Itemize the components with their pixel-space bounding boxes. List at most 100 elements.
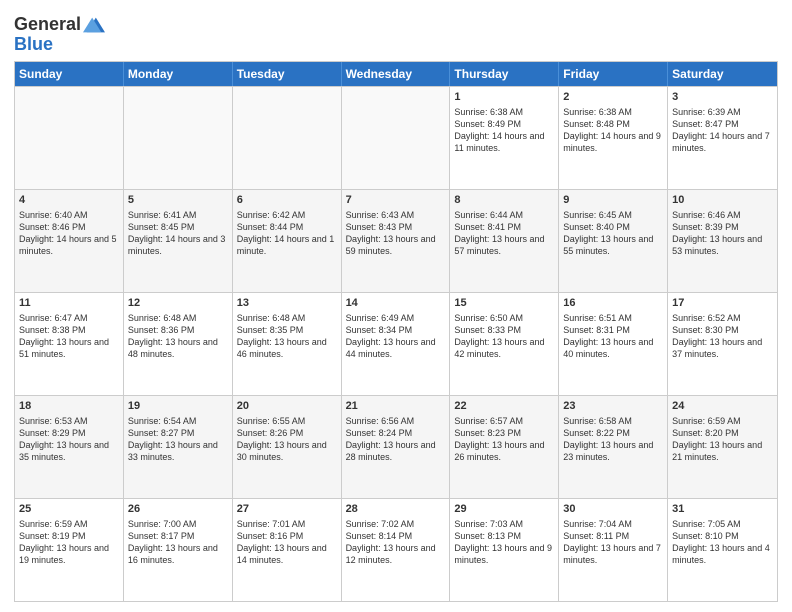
calendar-cell-28: 28Sunrise: 7:02 AM Sunset: 8:14 PM Dayli… bbox=[342, 499, 451, 601]
calendar-cell-6: 6Sunrise: 6:42 AM Sunset: 8:44 PM Daylig… bbox=[233, 190, 342, 292]
logo-icon bbox=[83, 14, 105, 36]
day-number: 10 bbox=[672, 193, 773, 208]
cell-info-text: Sunrise: 7:05 AM Sunset: 8:10 PM Dayligh… bbox=[672, 518, 773, 567]
calendar-header-row: SundayMondayTuesdayWednesdayThursdayFrid… bbox=[15, 62, 777, 86]
calendar-cell-12: 12Sunrise: 6:48 AM Sunset: 8:36 PM Dayli… bbox=[124, 293, 233, 395]
day-number: 5 bbox=[128, 193, 228, 208]
day-number: 8 bbox=[454, 193, 554, 208]
cell-info-text: Sunrise: 6:44 AM Sunset: 8:41 PM Dayligh… bbox=[454, 209, 554, 258]
cell-info-text: Sunrise: 6:40 AM Sunset: 8:46 PM Dayligh… bbox=[19, 209, 119, 258]
day-number: 17 bbox=[672, 296, 773, 311]
cell-info-text: Sunrise: 6:54 AM Sunset: 8:27 PM Dayligh… bbox=[128, 415, 228, 464]
header-cell-friday: Friday bbox=[559, 62, 668, 86]
cell-info-text: Sunrise: 7:01 AM Sunset: 8:16 PM Dayligh… bbox=[237, 518, 337, 567]
cell-info-text: Sunrise: 6:56 AM Sunset: 8:24 PM Dayligh… bbox=[346, 415, 446, 464]
day-number: 15 bbox=[454, 296, 554, 311]
cell-info-text: Sunrise: 6:39 AM Sunset: 8:47 PM Dayligh… bbox=[672, 106, 773, 155]
day-number: 29 bbox=[454, 502, 554, 517]
cell-info-text: Sunrise: 6:48 AM Sunset: 8:35 PM Dayligh… bbox=[237, 312, 337, 361]
header-cell-wednesday: Wednesday bbox=[342, 62, 451, 86]
calendar-week-3: 11Sunrise: 6:47 AM Sunset: 8:38 PM Dayli… bbox=[15, 292, 777, 395]
day-number: 14 bbox=[346, 296, 446, 311]
header-cell-monday: Monday bbox=[124, 62, 233, 86]
calendar-cell-29: 29Sunrise: 7:03 AM Sunset: 8:13 PM Dayli… bbox=[450, 499, 559, 601]
calendar-cell-20: 20Sunrise: 6:55 AM Sunset: 8:26 PM Dayli… bbox=[233, 396, 342, 498]
cell-info-text: Sunrise: 7:00 AM Sunset: 8:17 PM Dayligh… bbox=[128, 518, 228, 567]
header-cell-thursday: Thursday bbox=[450, 62, 559, 86]
calendar-cell-empty-1 bbox=[124, 87, 233, 189]
day-number: 18 bbox=[19, 399, 119, 414]
cell-info-text: Sunrise: 6:47 AM Sunset: 8:38 PM Dayligh… bbox=[19, 312, 119, 361]
calendar-cell-23: 23Sunrise: 6:58 AM Sunset: 8:22 PM Dayli… bbox=[559, 396, 668, 498]
cell-info-text: Sunrise: 6:58 AM Sunset: 8:22 PM Dayligh… bbox=[563, 415, 663, 464]
cell-info-text: Sunrise: 6:43 AM Sunset: 8:43 PM Dayligh… bbox=[346, 209, 446, 258]
cell-info-text: Sunrise: 6:51 AM Sunset: 8:31 PM Dayligh… bbox=[563, 312, 663, 361]
day-number: 24 bbox=[672, 399, 773, 414]
calendar-cell-15: 15Sunrise: 6:50 AM Sunset: 8:33 PM Dayli… bbox=[450, 293, 559, 395]
calendar-cell-17: 17Sunrise: 6:52 AM Sunset: 8:30 PM Dayli… bbox=[668, 293, 777, 395]
calendar-cell-24: 24Sunrise: 6:59 AM Sunset: 8:20 PM Dayli… bbox=[668, 396, 777, 498]
calendar-cell-10: 10Sunrise: 6:46 AM Sunset: 8:39 PM Dayli… bbox=[668, 190, 777, 292]
cell-info-text: Sunrise: 6:57 AM Sunset: 8:23 PM Dayligh… bbox=[454, 415, 554, 464]
logo: General Blue bbox=[14, 14, 105, 55]
day-number: 19 bbox=[128, 399, 228, 414]
calendar-cell-19: 19Sunrise: 6:54 AM Sunset: 8:27 PM Dayli… bbox=[124, 396, 233, 498]
day-number: 9 bbox=[563, 193, 663, 208]
day-number: 27 bbox=[237, 502, 337, 517]
calendar-cell-7: 7Sunrise: 6:43 AM Sunset: 8:43 PM Daylig… bbox=[342, 190, 451, 292]
calendar-body: 1Sunrise: 6:38 AM Sunset: 8:49 PM Daylig… bbox=[15, 86, 777, 601]
calendar-cell-11: 11Sunrise: 6:47 AM Sunset: 8:38 PM Dayli… bbox=[15, 293, 124, 395]
day-number: 22 bbox=[454, 399, 554, 414]
page-header: General Blue bbox=[14, 10, 778, 55]
calendar-cell-21: 21Sunrise: 6:56 AM Sunset: 8:24 PM Dayli… bbox=[342, 396, 451, 498]
cell-info-text: Sunrise: 6:45 AM Sunset: 8:40 PM Dayligh… bbox=[563, 209, 663, 258]
calendar-cell-5: 5Sunrise: 6:41 AM Sunset: 8:45 PM Daylig… bbox=[124, 190, 233, 292]
cell-info-text: Sunrise: 6:52 AM Sunset: 8:30 PM Dayligh… bbox=[672, 312, 773, 361]
cell-info-text: Sunrise: 7:04 AM Sunset: 8:11 PM Dayligh… bbox=[563, 518, 663, 567]
calendar-cell-empty-2 bbox=[233, 87, 342, 189]
header-cell-saturday: Saturday bbox=[668, 62, 777, 86]
calendar-cell-27: 27Sunrise: 7:01 AM Sunset: 8:16 PM Dayli… bbox=[233, 499, 342, 601]
calendar-week-4: 18Sunrise: 6:53 AM Sunset: 8:29 PM Dayli… bbox=[15, 395, 777, 498]
calendar-cell-26: 26Sunrise: 7:00 AM Sunset: 8:17 PM Dayli… bbox=[124, 499, 233, 601]
cell-info-text: Sunrise: 6:59 AM Sunset: 8:19 PM Dayligh… bbox=[19, 518, 119, 567]
day-number: 23 bbox=[563, 399, 663, 414]
calendar-cell-25: 25Sunrise: 6:59 AM Sunset: 8:19 PM Dayli… bbox=[15, 499, 124, 601]
cell-info-text: Sunrise: 6:49 AM Sunset: 8:34 PM Dayligh… bbox=[346, 312, 446, 361]
day-number: 7 bbox=[346, 193, 446, 208]
calendar-cell-30: 30Sunrise: 7:04 AM Sunset: 8:11 PM Dayli… bbox=[559, 499, 668, 601]
day-number: 6 bbox=[237, 193, 337, 208]
header-cell-sunday: Sunday bbox=[15, 62, 124, 86]
calendar-cell-31: 31Sunrise: 7:05 AM Sunset: 8:10 PM Dayli… bbox=[668, 499, 777, 601]
day-number: 12 bbox=[128, 296, 228, 311]
day-number: 1 bbox=[454, 90, 554, 105]
calendar-cell-empty-3 bbox=[342, 87, 451, 189]
cell-info-text: Sunrise: 6:48 AM Sunset: 8:36 PM Dayligh… bbox=[128, 312, 228, 361]
cell-info-text: Sunrise: 6:50 AM Sunset: 8:33 PM Dayligh… bbox=[454, 312, 554, 361]
calendar-cell-16: 16Sunrise: 6:51 AM Sunset: 8:31 PM Dayli… bbox=[559, 293, 668, 395]
cell-info-text: Sunrise: 6:46 AM Sunset: 8:39 PM Dayligh… bbox=[672, 209, 773, 258]
calendar-week-1: 1Sunrise: 6:38 AM Sunset: 8:49 PM Daylig… bbox=[15, 86, 777, 189]
calendar-cell-8: 8Sunrise: 6:44 AM Sunset: 8:41 PM Daylig… bbox=[450, 190, 559, 292]
cell-info-text: Sunrise: 6:42 AM Sunset: 8:44 PM Dayligh… bbox=[237, 209, 337, 258]
calendar-week-5: 25Sunrise: 6:59 AM Sunset: 8:19 PM Dayli… bbox=[15, 498, 777, 601]
cell-info-text: Sunrise: 6:55 AM Sunset: 8:26 PM Dayligh… bbox=[237, 415, 337, 464]
calendar-cell-18: 18Sunrise: 6:53 AM Sunset: 8:29 PM Dayli… bbox=[15, 396, 124, 498]
calendar-cell-3: 3Sunrise: 6:39 AM Sunset: 8:47 PM Daylig… bbox=[668, 87, 777, 189]
cell-info-text: Sunrise: 6:53 AM Sunset: 8:29 PM Dayligh… bbox=[19, 415, 119, 464]
logo-blue: Blue bbox=[14, 34, 105, 55]
cell-info-text: Sunrise: 6:38 AM Sunset: 8:49 PM Dayligh… bbox=[454, 106, 554, 155]
calendar-cell-13: 13Sunrise: 6:48 AM Sunset: 8:35 PM Dayli… bbox=[233, 293, 342, 395]
day-number: 20 bbox=[237, 399, 337, 414]
header-cell-tuesday: Tuesday bbox=[233, 62, 342, 86]
day-number: 28 bbox=[346, 502, 446, 517]
day-number: 4 bbox=[19, 193, 119, 208]
day-number: 31 bbox=[672, 502, 773, 517]
day-number: 3 bbox=[672, 90, 773, 105]
calendar-cell-2: 2Sunrise: 6:38 AM Sunset: 8:48 PM Daylig… bbox=[559, 87, 668, 189]
day-number: 26 bbox=[128, 502, 228, 517]
calendar-page: General Blue SundayMondayTuesdayWednesda… bbox=[0, 0, 792, 612]
calendar-cell-22: 22Sunrise: 6:57 AM Sunset: 8:23 PM Dayli… bbox=[450, 396, 559, 498]
logo-text: General bbox=[14, 15, 81, 35]
calendar-cell-14: 14Sunrise: 6:49 AM Sunset: 8:34 PM Dayli… bbox=[342, 293, 451, 395]
